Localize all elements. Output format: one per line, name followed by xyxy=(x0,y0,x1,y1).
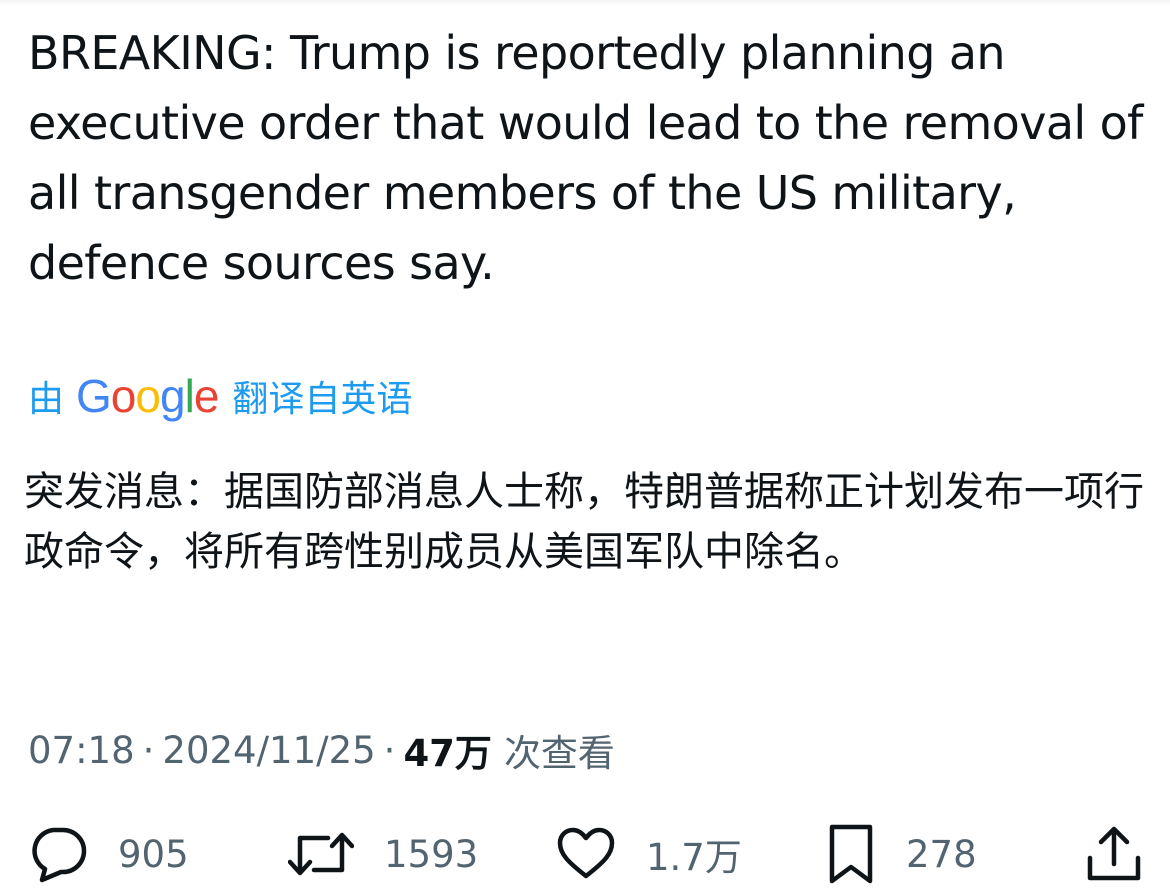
bookmark-count: 278 xyxy=(906,832,977,876)
top-divider xyxy=(0,0,1170,6)
meta-separator: · xyxy=(142,728,155,772)
share-button[interactable] xyxy=(1084,818,1144,890)
tweet-time[interactable]: 07:18 xyxy=(28,729,135,772)
retweet-button[interactable]: 1593 xyxy=(288,818,478,890)
views-count: 47万 xyxy=(403,732,492,775)
tweet-text: BREAKING: Trump is reportedly planning a… xyxy=(28,26,1143,290)
views-label: 次查看 xyxy=(503,732,615,775)
tweet-date[interactable]: 2024/11/25 xyxy=(162,729,375,772)
like-count: 1.7万 xyxy=(646,836,742,879)
reply-count: 905 xyxy=(118,832,189,876)
reply-button[interactable]: 905 xyxy=(28,818,189,890)
reply-icon xyxy=(28,824,88,884)
retweet-icon xyxy=(288,824,354,884)
action-bar: 905 1593 1.7万 278 xyxy=(0,818,1170,890)
translate-suffix: 翻译自英语 xyxy=(232,379,413,420)
tweet-detail-page: BREAKING: Trump is reportedly planning a… xyxy=(0,0,1170,890)
tweet-meta: 07:18 · 2024/11/25 · 47万 次查看 xyxy=(28,722,615,778)
share-icon xyxy=(1084,824,1144,884)
translate-notice[interactable]: 由 Google 翻译自英语 xyxy=(28,366,412,426)
like-icon xyxy=(556,824,616,884)
google-logo: Google xyxy=(76,370,219,422)
retweet-count: 1593 xyxy=(384,832,479,876)
bookmark-icon xyxy=(826,823,876,885)
bookmark-button[interactable]: 278 xyxy=(826,818,977,890)
translate-prefix: 由 xyxy=(28,379,65,420)
translated-text: 突发消息：据国防部消息人士称，特朗普据称正计划发布一项行政命令，将所有跨性别成员… xyxy=(24,469,1144,575)
like-button[interactable]: 1.7万 xyxy=(556,818,742,890)
meta-separator: · xyxy=(383,728,396,772)
